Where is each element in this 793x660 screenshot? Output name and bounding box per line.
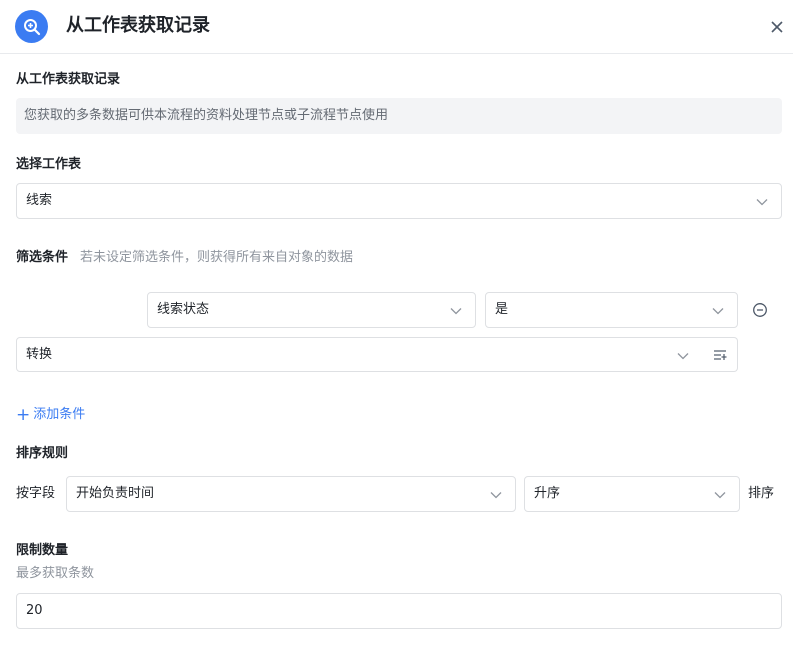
limit-input[interactable]: 20 <box>16 593 782 629</box>
worksheet-select[interactable]: 线索 <box>16 183 782 219</box>
chevron-down-icon <box>450 308 462 315</box>
chevron-down-icon <box>714 492 726 499</box>
limit-label: 限制数量 <box>16 543 69 558</box>
chevron-down-icon <box>490 492 502 499</box>
dialog-title: 从工作表获取记录 <box>66 15 210 36</box>
section-title: 从工作表获取记录 <box>16 72 121 87</box>
limit-hint: 最多获取条数 <box>16 566 95 581</box>
filter-operator-value: 是 <box>495 302 509 317</box>
filter-label: 筛选条件 <box>16 250 69 265</box>
description-box: 您获取的多条数据可供本流程的资料处理节点或子流程节点使用 <box>16 98 782 134</box>
filter-field-value: 线索状态 <box>157 302 210 317</box>
close-icon[interactable] <box>767 17 787 37</box>
chevron-down-icon <box>712 308 724 315</box>
remove-condition-icon[interactable] <box>752 302 768 318</box>
add-condition-label: 添加条件 <box>33 407 86 422</box>
filter-value: 转换 <box>26 347 53 362</box>
filter-hint: 若未设定筛选条件，则获得所有来自对象的数据 <box>80 250 354 265</box>
sort-field-value: 开始负责时间 <box>76 486 155 501</box>
filter-operator-select[interactable]: 是 <box>485 292 738 328</box>
plus-icon: + <box>16 405 31 425</box>
filter-field-select[interactable]: 线索状态 <box>147 292 476 328</box>
chevron-down-icon <box>677 353 689 360</box>
zoom-in-icon <box>15 10 48 43</box>
text-insert-icon <box>713 349 726 360</box>
sort-suffix: 排序 <box>748 486 775 501</box>
sort-order-value: 升序 <box>534 486 561 501</box>
add-condition-button[interactable]: + 添加条件 <box>16 405 85 425</box>
worksheet-value: 线索 <box>26 193 53 208</box>
sort-field-select[interactable]: 开始负责时间 <box>66 476 516 512</box>
chevron-down-icon <box>756 199 768 206</box>
sort-label: 排序规则 <box>16 446 69 461</box>
insert-field-button[interactable] <box>702 337 738 372</box>
sort-by-field-label: 按字段 <box>16 486 56 501</box>
worksheet-label: 选择工作表 <box>16 157 82 172</box>
filter-value-select[interactable]: 转换 <box>16 337 703 372</box>
sort-order-select[interactable]: 升序 <box>524 476 740 512</box>
